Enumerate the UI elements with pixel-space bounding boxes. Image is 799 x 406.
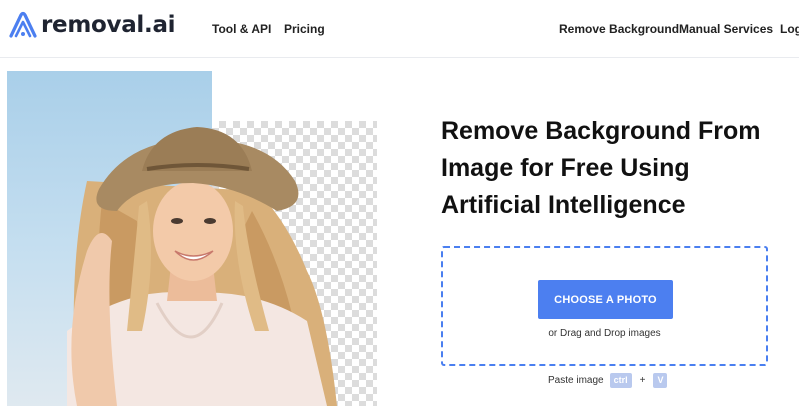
brand-logo[interactable]: removal.ai (7, 10, 176, 40)
headline-line-3: Artificial Intelligence (441, 191, 686, 219)
plus-sign: + (639, 375, 646, 386)
drag-drop-hint: or Drag and Drop images (548, 328, 661, 339)
ctrl-key: ctrl (609, 373, 632, 388)
hero-image (7, 71, 377, 406)
paste-label: Paste image (548, 375, 604, 386)
upload-dropzone[interactable]: CHOOSE A PHOTO or Drag and Drop images (441, 246, 768, 366)
nav-pricing[interactable]: Pricing (284, 22, 325, 36)
hero-headline: Remove Background From Image for Free Us… (441, 113, 781, 224)
headline-line-1: Remove Background From (441, 117, 761, 145)
removal-logo-icon (9, 11, 37, 38)
nav-remove-background[interactable]: Remove Background (559, 22, 679, 36)
paste-hint: Paste image ctrl + V (548, 373, 668, 388)
woman-with-hat-photo (67, 127, 338, 406)
headline-line-2: Image for Free Using (441, 154, 690, 182)
nav-manual-services[interactable]: Manual Services (679, 22, 773, 36)
nav-tool-api[interactable]: Tool & API (212, 22, 271, 36)
v-key: V (653, 373, 668, 388)
choose-photo-button[interactable]: CHOOSE A PHOTO (538, 280, 673, 319)
brand-name: removal.ai (41, 12, 176, 38)
site-header: removal.ai Tool & API Pricing Remove Bac… (0, 0, 799, 58)
nav-login[interactable]: Login (780, 22, 799, 36)
